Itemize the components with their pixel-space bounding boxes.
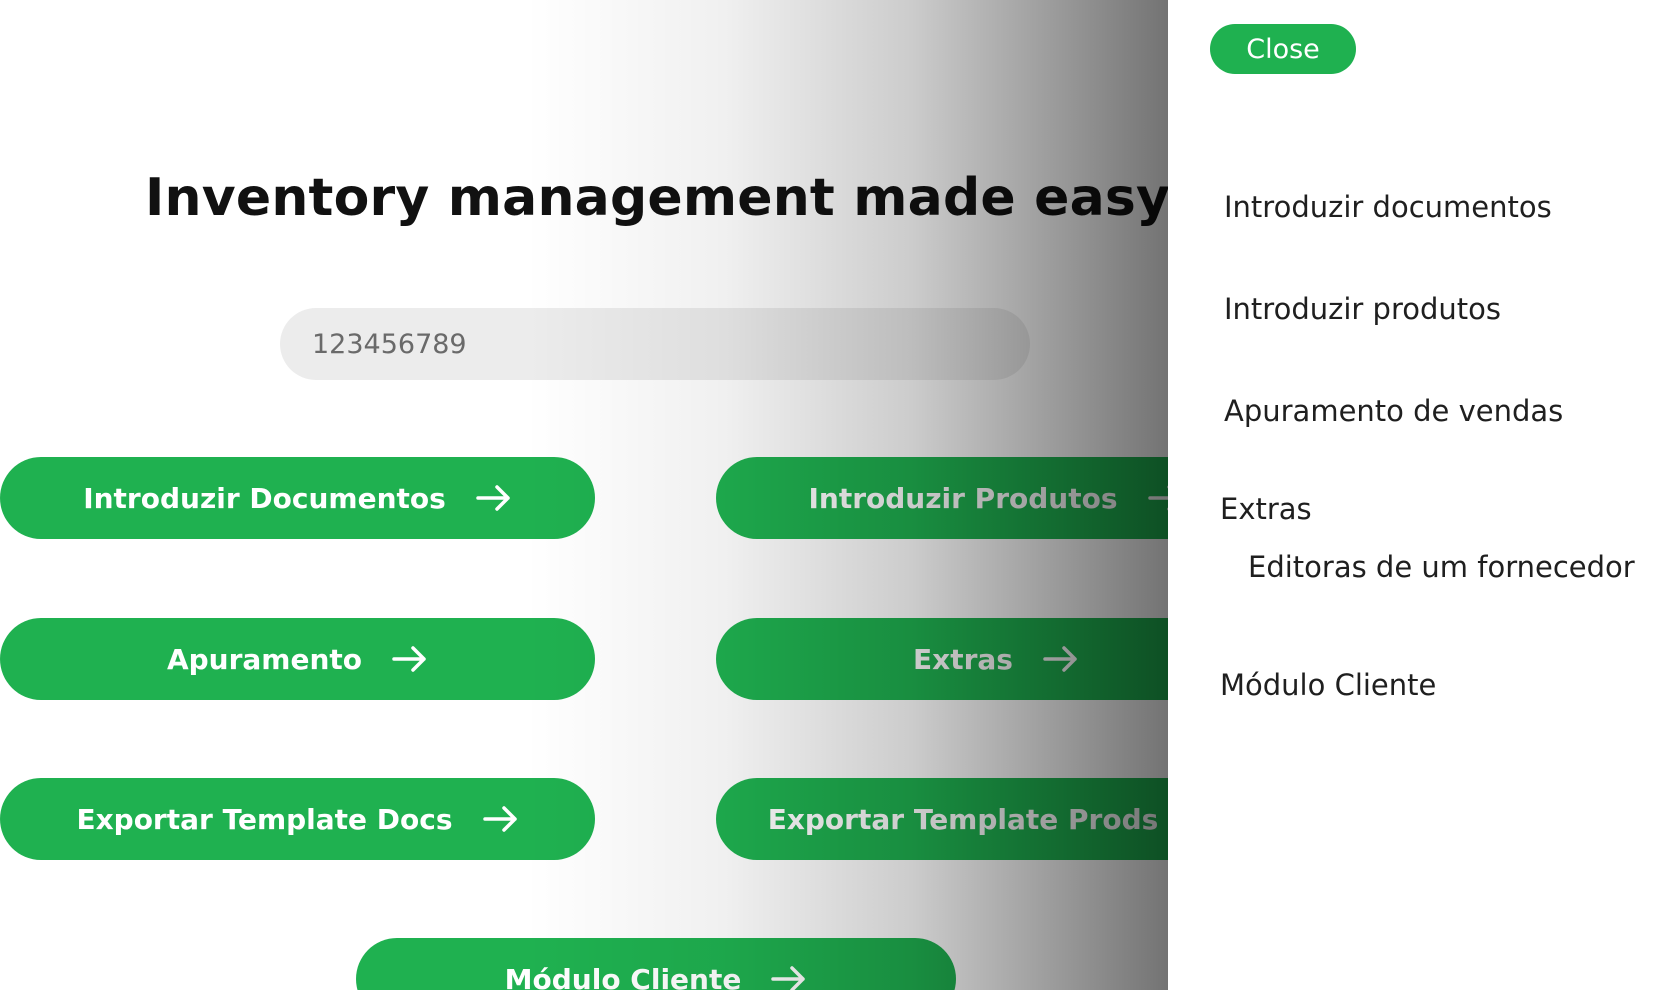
exportar-template-prods-label: Exportar Template Prods <box>767 802 1159 836</box>
arrow-right-icon <box>392 645 428 673</box>
modulo-cliente-button[interactable]: Módulo Cliente <box>356 938 956 990</box>
drawer-item-apuramento-de-vendas[interactable]: Apuramento de vendas <box>1224 394 1563 428</box>
arrow-right-icon <box>1043 645 1079 673</box>
drawer-item-editoras-de-um-fornecedor[interactable]: Editoras de um fornecedor <box>1248 550 1635 584</box>
main-page: Inventory management made easy Introduzi… <box>0 0 1168 990</box>
exportar-template-prods-button[interactable]: Exportar Template Prods <box>716 778 1168 860</box>
extras-button[interactable]: Extras <box>716 618 1168 700</box>
search-input[interactable] <box>280 308 1030 380</box>
drawer-item-modulo-cliente[interactable]: Módulo Cliente <box>1220 668 1436 702</box>
arrow-right-icon <box>1147 484 1168 512</box>
extras-label: Extras <box>913 642 1013 676</box>
page-title: Inventory management made easy <box>145 168 1168 228</box>
exportar-template-docs-label: Exportar Template Docs <box>76 802 453 836</box>
apuramento-button[interactable]: Apuramento <box>0 618 595 700</box>
drawer-section-extras: Extras <box>1220 492 1312 526</box>
arrow-right-icon <box>771 965 807 990</box>
introduzir-documentos-button[interactable]: Introduzir Documentos <box>0 457 595 539</box>
close-button[interactable]: Close <box>1210 24 1356 74</box>
exportar-template-docs-button[interactable]: Exportar Template Docs <box>0 778 595 860</box>
modulo-cliente-label: Módulo Cliente <box>504 962 742 990</box>
apuramento-label: Apuramento <box>166 642 363 676</box>
arrow-right-icon <box>482 805 519 833</box>
introduzir-produtos-button[interactable]: Introduzir Produtos <box>716 457 1168 539</box>
drawer-item-introduzir-produtos[interactable]: Introduzir produtos <box>1224 292 1501 326</box>
arrow-right-icon <box>476 484 512 512</box>
drawer-item-introduzir-documentos[interactable]: Introduzir documentos <box>1224 190 1552 224</box>
introduzir-produtos-label: Introduzir Produtos <box>808 481 1118 515</box>
side-drawer: Close Introduzir documentos Introduzir p… <box>1168 0 1660 990</box>
introduzir-documentos-label: Introduzir Documentos <box>83 481 446 515</box>
